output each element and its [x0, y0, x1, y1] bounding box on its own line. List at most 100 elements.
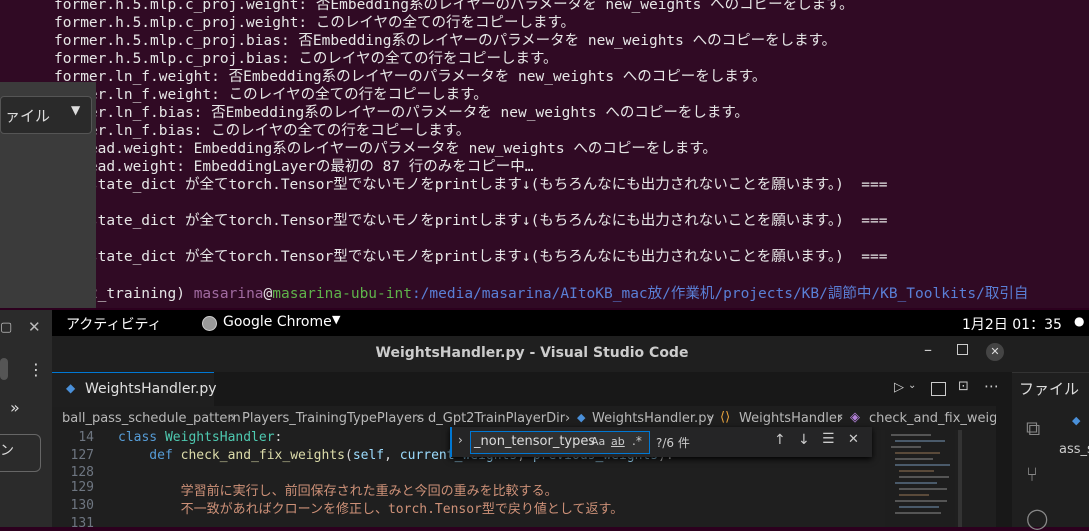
line-number: 127	[70, 448, 94, 463]
whole-word-toggle[interactable]: ab	[611, 435, 625, 448]
breadcrumb-item[interactable]: WeightsHandler	[739, 411, 842, 426]
line-number: 129	[70, 480, 94, 495]
chevron-right-icon: ›	[230, 411, 236, 426]
chevron-double-right-icon[interactable]: »	[10, 398, 20, 417]
right-window-label: ファイル	[1019, 380, 1080, 398]
editor-tabs: ◆ WeightsHandler.py ▷ ⌄ ⊡ ⋯	[52, 372, 1012, 407]
breadcrumb-item[interactable]: ball_pass_schedule_pattern	[62, 411, 241, 426]
files-icon[interactable]: ⧉	[1026, 416, 1040, 440]
app-menu-label[interactable]: Google Chrome	[223, 314, 332, 330]
terminal-line: lm_head.weight: Embedding系のレイヤーのパラメータを n…	[54, 141, 717, 157]
code-token: 学習前に実行し、前回保存された重みと今回の重みを比較する。	[118, 484, 558, 499]
tab-label: WeightsHandler.py	[85, 381, 217, 397]
find-input[interactable]: _non_tensor_types Aa ab .*	[470, 431, 650, 454]
prompt-at: @	[263, 286, 273, 302]
code-token: check_and_fix_weights	[180, 448, 345, 463]
close-icon[interactable]: ✕	[848, 432, 859, 447]
code-editor[interactable]: 14 class WeightsHandler: 127 def check_and…	[52, 406, 1012, 531]
match-case-toggle[interactable]: Aa	[591, 435, 605, 448]
terminal-window[interactable]: former.h.5.mlp.c_proj.weight: 否Embedding…	[0, 0, 1089, 308]
terminal-line: former.h.5.mlp.c_proj.bias: このレイヤの全ての行をコ…	[54, 51, 558, 67]
terminal-line: former.h.5.mlp.c_proj.weight: 否Embedding…	[54, 0, 854, 13]
find-result-count: ?/6 件	[656, 436, 690, 450]
terminal-line: former.ln_f.bias: 否Embedding系のレイヤーのパラメータ…	[54, 105, 749, 121]
avatar	[0, 358, 8, 380]
find-in-selection-icon[interactable]: ☰	[822, 431, 835, 447]
more-icon[interactable]: ⋯	[984, 377, 999, 395]
breadcrumb-item[interactable]: d_Gpt2TrainPlayerDir	[428, 411, 565, 426]
split-editor-icon[interactable]	[931, 382, 946, 396]
terminal-line: === state_dict が全てtorch.Tensor型でないモノをpri…	[54, 249, 888, 265]
find-query: _non_tensor_types	[474, 434, 596, 449]
lock-icon[interactable]: ⊡	[958, 379, 969, 394]
breadcrumb-item[interactable]: Players_TrainingTypePlayers	[242, 411, 424, 426]
chevron-right-icon: ›	[838, 411, 844, 426]
tab-weightshandler[interactable]: ◆ WeightsHandler.py	[52, 372, 217, 407]
terminal-line: === state_dict が全てtorch.Tensor型でないモノをpri…	[54, 177, 888, 193]
python-file-icon: ◆	[1072, 414, 1081, 427]
gnome-top-bar: アクティビティ Google Chrome ▼ 1月2日 01：35 ●	[52, 310, 1089, 336]
method-icon: ◈	[850, 410, 860, 425]
more-vert-icon[interactable]: ⋮	[28, 360, 44, 379]
partial-text: ass_s	[1059, 442, 1089, 457]
clock[interactable]: 1月2日 01：35	[962, 314, 1062, 334]
arrow-up-icon[interactable]: ↑	[774, 432, 786, 448]
minimize-icon[interactable]: –	[924, 340, 932, 359]
code-line: 不一致があればクローンを修正し、torch.Tensor型で戻り値として返す。	[118, 498, 624, 517]
terminal-line: former.ln_f.weight: 否Embedding系のレイヤーのパラメ…	[54, 69, 767, 85]
terminal-line: lm_head.weight: EmbeddingLayerの最初の 87 行の…	[54, 159, 534, 175]
chevron-right-icon[interactable]: ›	[458, 433, 463, 447]
window-title: WeightsHandler.py - Visual Studio Code	[375, 345, 689, 361]
terminal-line: former.ln_f.bias: このレイヤの全ての行をコピーします。	[54, 123, 471, 139]
chevron-right-icon: ›	[708, 411, 714, 426]
dropdown-label: ァイル	[5, 107, 51, 125]
prompt-path: :/media/masarina/AItoKB_mac放/作業机/project…	[411, 286, 1029, 302]
arrow-down-icon[interactable]: ↓	[798, 432, 810, 448]
line-number: 130	[70, 498, 94, 513]
code-token: class	[118, 430, 165, 445]
code-token: (	[345, 448, 353, 463]
chevron-down-icon: ▼	[332, 313, 341, 326]
code-token: WeightsHandler	[164, 430, 275, 445]
line-number: 14	[78, 430, 94, 445]
run-debug-icon[interactable]: ◯	[1026, 506, 1048, 530]
maximize-icon[interactable]	[957, 344, 968, 355]
line-number: 128	[70, 465, 94, 480]
code-token: self	[352, 448, 385, 463]
python-file-icon: ◆	[577, 411, 586, 424]
left-lower-panel: ▢ ✕ ⋮ » ン	[0, 310, 52, 527]
prompt-user: masarina	[193, 286, 264, 302]
code-token: 不一致があればクローンを修正し、torch.Tensor型で戻り値として返す。	[118, 502, 624, 517]
side-label: ン	[0, 443, 14, 459]
code-token: :	[274, 430, 283, 445]
dropdown-arrow-icon: ▼	[71, 103, 81, 117]
code-token: def	[118, 448, 181, 463]
run-icon[interactable]: ▷	[894, 380, 904, 395]
terminal-prompt: (gpt2_training) masarina@masarina-ubu-in…	[54, 285, 1028, 303]
source-control-icon[interactable]: ⑂	[1026, 462, 1038, 486]
file-type-dropdown[interactable]: ァイル ▼	[0, 96, 92, 134]
terminal-line: former.h.5.mlp.c_proj.weight: このレイヤの全ての行…	[54, 15, 576, 31]
chrome-icon	[202, 316, 217, 331]
terminal-line: former.h.5.mlp.c_proj.bias: 否Embedding系の…	[54, 33, 837, 49]
terminal-line: === state_dict が全てtorch.Tensor型でないモノをpri…	[54, 213, 888, 229]
status-dot-icon[interactable]: ●	[1074, 314, 1084, 328]
minimap[interactable]	[885, 430, 955, 527]
scrollbar[interactable]	[958, 430, 962, 527]
code-token: ,	[384, 448, 400, 463]
chevron-right-icon: ›	[416, 411, 422, 426]
close-icon[interactable]: ✕	[28, 318, 41, 336]
code-line: class WeightsHandler:	[118, 430, 282, 445]
code-line: 学習前に実行し、前回保存された重みと今回の重みを比較する。	[118, 480, 558, 499]
line-number: 131	[70, 516, 94, 531]
activities-button[interactable]: アクティビティ	[66, 314, 162, 334]
chevron-right-icon: ›	[565, 411, 571, 426]
breadcrumb-item[interactable]: WeightsHandler.py	[592, 411, 714, 426]
find-widget: › _non_tensor_types Aa ab .* ?/6 件 ↑ ↓ ☰…	[450, 427, 872, 457]
title-bar: WeightsHandler.py - Visual Studio Code –…	[52, 336, 1012, 373]
close-icon[interactable]: ✕	[986, 343, 1004, 361]
chevron-down-icon[interactable]: ⌄	[908, 380, 916, 391]
class-icon: ⟨⟩	[720, 410, 731, 425]
regex-toggle[interactable]: .*	[632, 434, 642, 448]
vscode-window[interactable]: WeightsHandler.py - Visual Studio Code –…	[52, 336, 1018, 531]
